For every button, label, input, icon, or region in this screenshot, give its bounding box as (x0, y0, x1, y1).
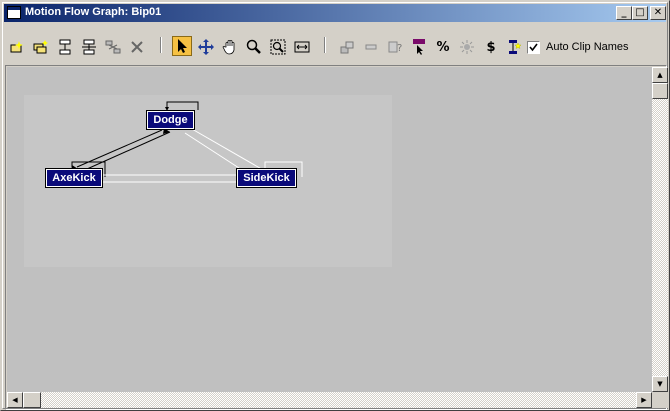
horizontal-scrollbar[interactable]: ◀ ▶ (7, 392, 652, 408)
horizontal-scroll-thumb[interactable] (23, 392, 41, 408)
clip-names-icon[interactable] (504, 37, 524, 57)
graph-viewport: Dodge AxeKick SideKick ▲ ▼ ◀ ▶ (5, 65, 668, 410)
pan-hand-icon[interactable] (220, 37, 240, 57)
scrollbar-corner (652, 392, 668, 408)
select-random-icon[interactable] (409, 37, 429, 57)
vertical-scrollbar[interactable]: ▲ ▼ (652, 67, 668, 392)
scroll-down-button[interactable]: ▼ (652, 376, 668, 392)
title-bar[interactable]: Motion Flow Graph: Bip01 _ □ ✕ (4, 4, 666, 22)
animated-icon[interactable] (457, 37, 477, 57)
transition-sidekick-dodge (184, 132, 240, 169)
motion-flow-graph-window: Motion Flow Graph: Bip01 _ □ ✕ ? % $ Aut… (0, 0, 670, 411)
scroll-right-button[interactable]: ▶ (636, 392, 652, 408)
window-title: Motion Flow Graph: Bip01 (25, 6, 162, 18)
zoom-icon[interactable] (244, 37, 264, 57)
svg-text:?: ? (397, 43, 402, 54)
minimize-button[interactable]: _ (616, 6, 632, 20)
create-transitions-from-to-icon[interactable] (79, 37, 99, 57)
transition-lines (71, 101, 303, 183)
toolbar-separator (324, 37, 326, 53)
close-button[interactable]: ✕ (650, 6, 666, 20)
transition-dodge-self (166, 101, 199, 110)
toolbar-separator (160, 37, 162, 53)
move-icon[interactable] (196, 37, 216, 57)
scroll-left-button[interactable]: ◀ (7, 392, 23, 408)
transition-axekick-dodge (86, 131, 171, 170)
clip-node-axekick[interactable]: AxeKick (45, 168, 103, 188)
scroll-up-button[interactable]: ▲ (652, 67, 668, 83)
select-arrow-icon[interactable] (172, 36, 192, 56)
create-transition-icon[interactable] (55, 37, 75, 57)
random-path-icon[interactable] (361, 37, 381, 57)
create-clip-icon[interactable] (7, 37, 27, 57)
clip-node-sidekick[interactable]: SideKick (236, 168, 297, 188)
transition-dodge-sidekick (191, 128, 266, 172)
zoom-extents-icon[interactable] (292, 37, 312, 57)
delete-icon[interactable] (127, 37, 147, 57)
transition-dodge-axekick (76, 129, 163, 168)
create-multiple-clips-icon[interactable] (31, 37, 51, 57)
maximize-button[interactable]: □ (632, 6, 648, 20)
zoom-region-icon[interactable] (268, 37, 288, 57)
show-scripts-icon[interactable] (337, 37, 357, 57)
auto-clip-names-checkbox[interactable] (527, 41, 540, 54)
optimize-transitions-icon[interactable] (103, 37, 123, 57)
auto-clip-names-label: Auto Clip Names (546, 41, 629, 53)
clip-node-dodge[interactable]: Dodge (146, 110, 195, 130)
window-icon (7, 6, 21, 19)
graph-canvas[interactable]: Dodge AxeKick SideKick (7, 67, 652, 392)
show-random-icon[interactable]: ? (385, 37, 405, 57)
vertical-scroll-thumb[interactable] (652, 83, 668, 99)
cost-icon[interactable]: $ (481, 37, 501, 57)
percent-random-icon[interactable]: % (433, 37, 453, 57)
